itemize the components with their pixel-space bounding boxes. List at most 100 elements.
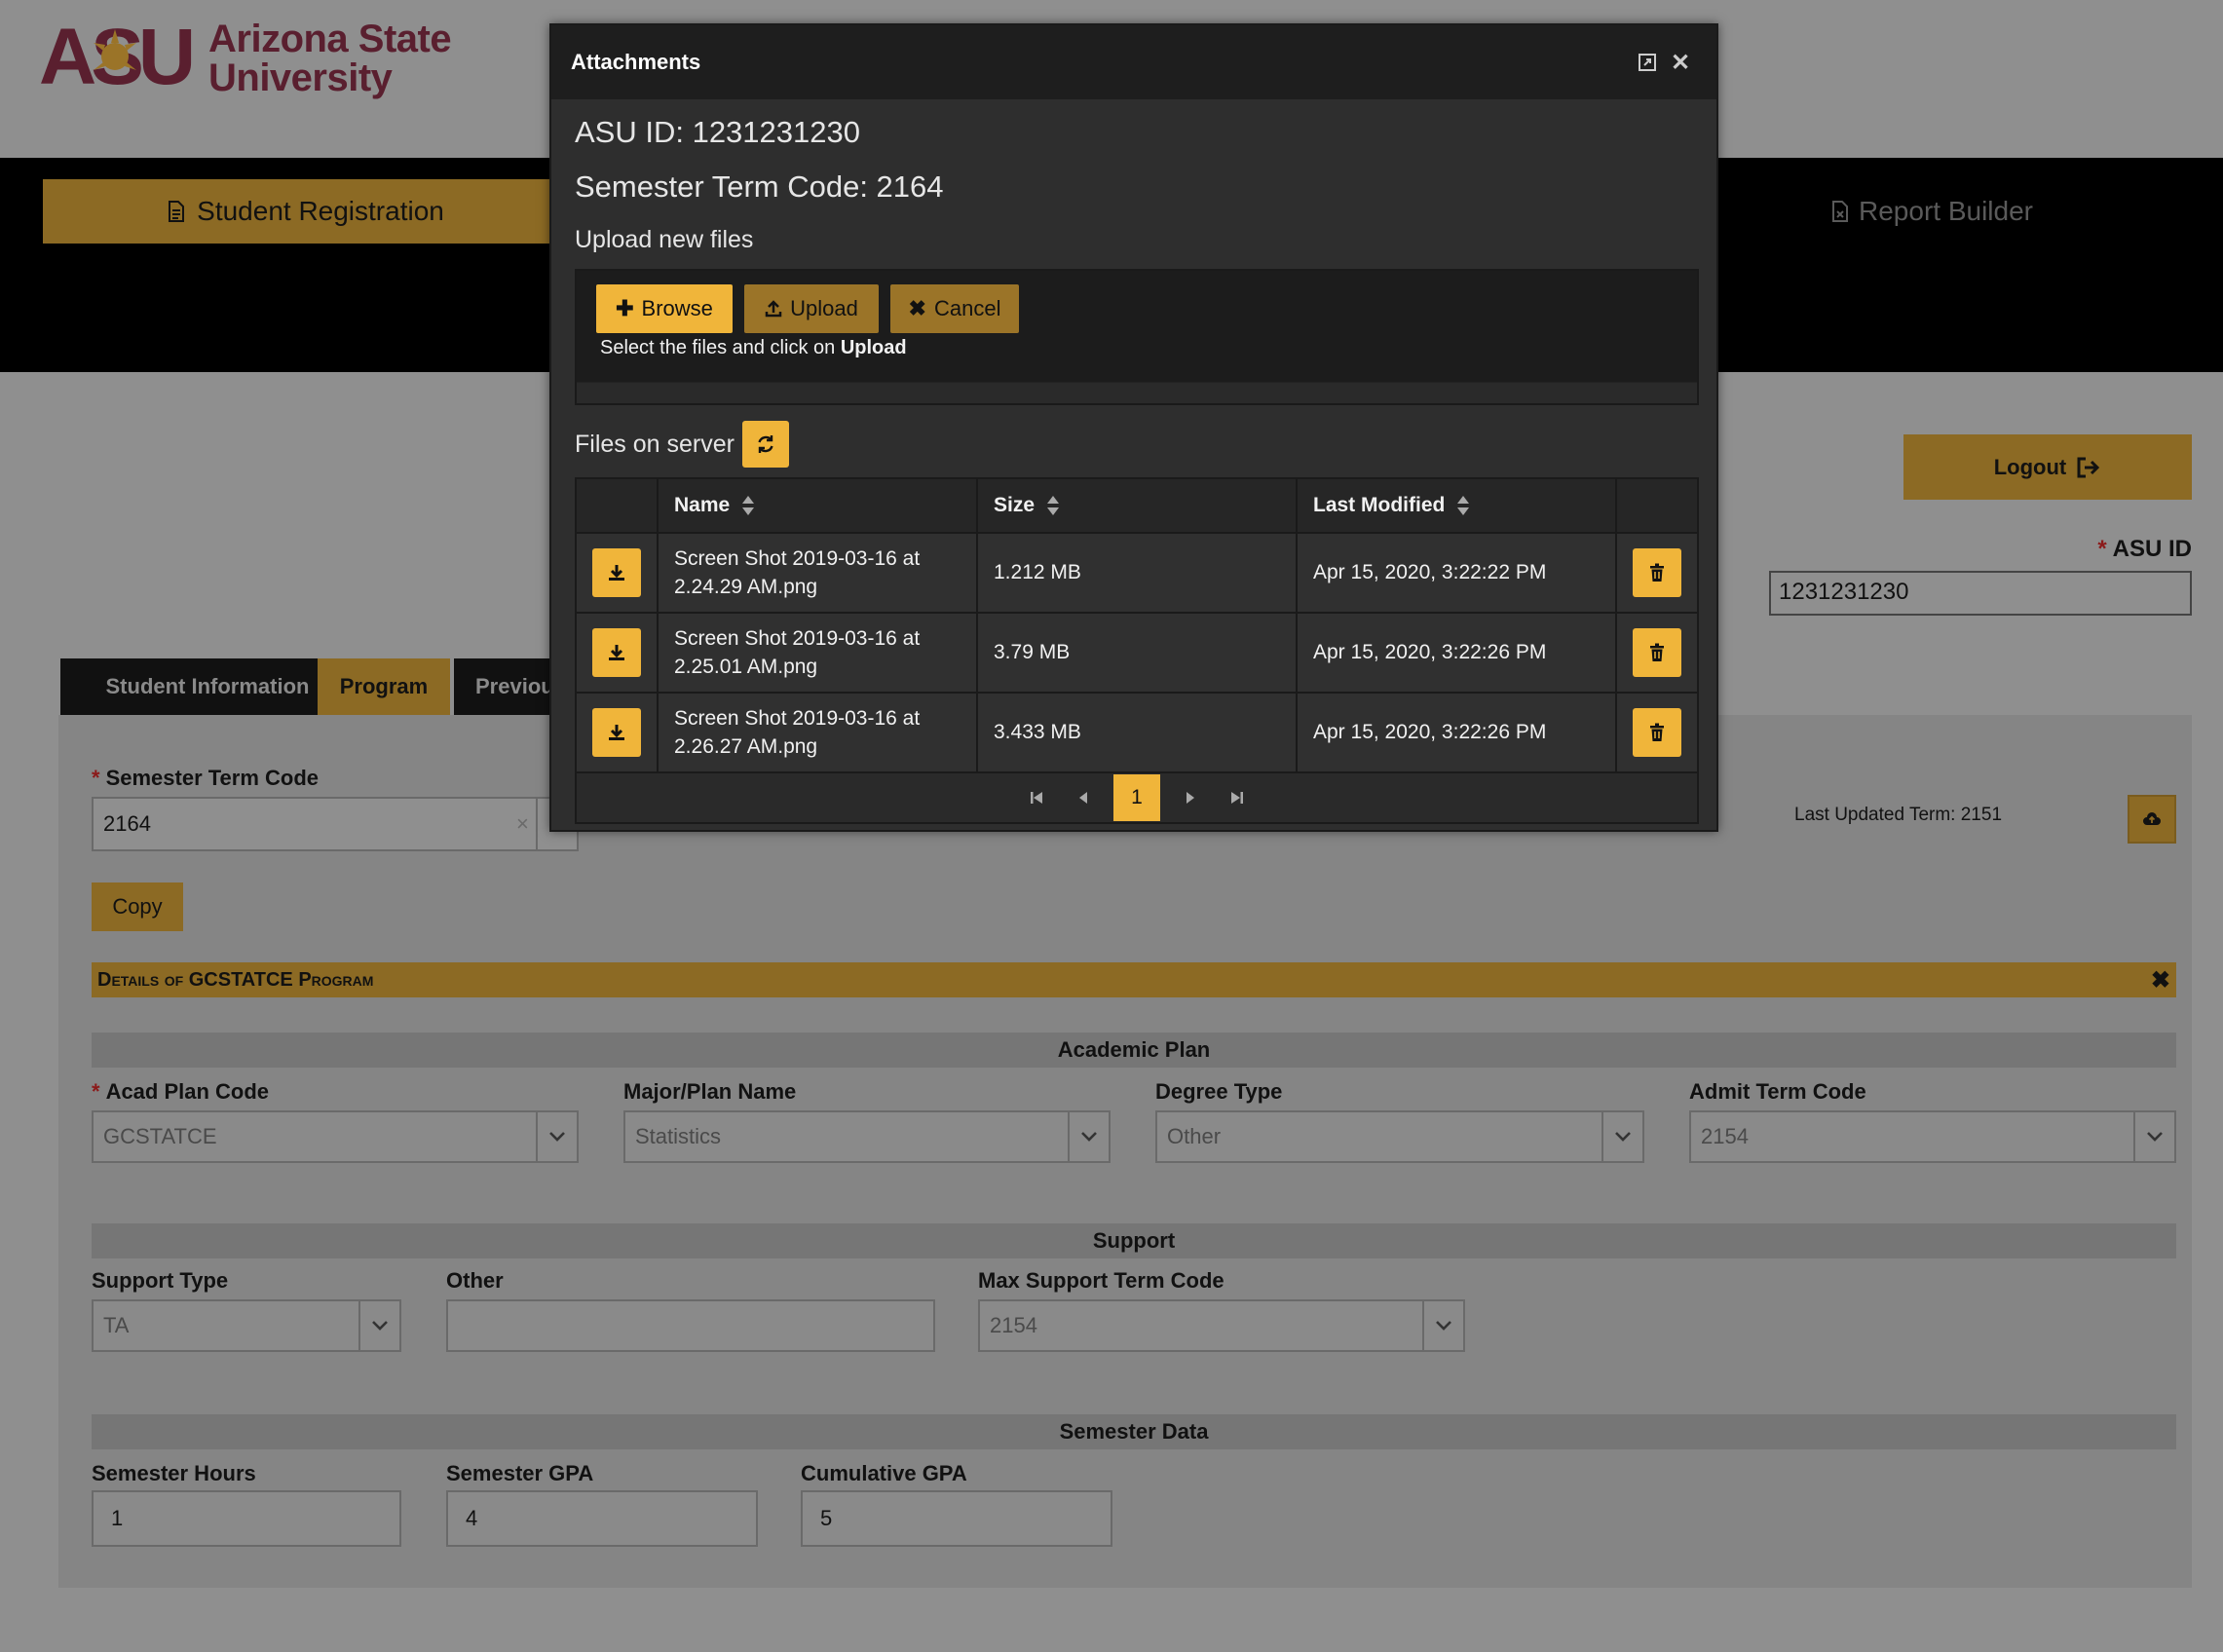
delete-cell (1617, 694, 1697, 771)
support-type-select[interactable]: TA (92, 1299, 401, 1352)
file-name-line2: 2.24.29 AM.png (674, 576, 818, 598)
header-cell-name[interactable]: Name (659, 479, 978, 532)
semester-hours-input[interactable]: 1 (92, 1490, 401, 1547)
browse-button[interactable]: ✚ Browse (596, 284, 733, 333)
max-support-term-code-select[interactable]: 2154 (978, 1299, 1465, 1352)
semester-hours-label: Semester Hours (92, 1461, 256, 1485)
upload-hint: Select the files and click on Upload (600, 337, 907, 359)
delete-cell (1617, 534, 1697, 612)
table-row: Screen Shot 2019-03-16 at 2.26.27 AM.png … (577, 694, 1697, 773)
major-plan-name-select[interactable]: Statistics (623, 1110, 1111, 1163)
close-icon[interactable]: ✖ (2151, 966, 2170, 995)
header-cell-actions (577, 479, 659, 532)
asu-id-input[interactable]: 1231231230 (1769, 571, 2192, 616)
delete-cell (1617, 614, 1697, 692)
file-name-line1: Screen Shot 2019-03-16 at (674, 627, 921, 650)
asu-logo-mark-icon: ASU (39, 18, 195, 92)
maximize-icon[interactable] (1631, 46, 1664, 79)
asu-id-label-text: ASU ID (2112, 536, 2192, 562)
download-icon (609, 645, 624, 660)
download-button[interactable] (592, 628, 641, 677)
admit-term-code-select[interactable]: 2154 (1689, 1110, 2176, 1163)
asu-id-label: * ASU ID (2097, 536, 2192, 562)
logout-button[interactable]: Logout (1903, 434, 2192, 500)
header-cell-size[interactable]: Size (978, 479, 1298, 532)
header-cell-modified[interactable]: Last Modified (1298, 479, 1617, 532)
cancel-label: Cancel (933, 296, 1001, 320)
major-plan-name-value: Statistics (635, 1124, 722, 1148)
chevron-down-icon[interactable] (2133, 1112, 2174, 1161)
acad-plan-code-select[interactable]: GCSTATCE (92, 1110, 579, 1163)
trash-icon (1650, 563, 1664, 582)
cancel-button[interactable]: ✖ Cancel (890, 284, 1019, 333)
sort-icon (742, 496, 755, 515)
upload-label: Upload (790, 296, 858, 320)
plus-icon: ✚ (616, 296, 634, 320)
upload-hint-text: Select the files and click on (600, 337, 836, 358)
upload-hint-bold: Upload (840, 337, 907, 358)
major-plan-name-label: Major/Plan Name (623, 1079, 797, 1104)
file-size-cell: 3.433 MB (978, 694, 1298, 771)
asu-logo[interactable]: ASU Arizona State University (39, 18, 507, 101)
x-icon: ✖ (908, 296, 926, 320)
chevron-down-icon[interactable] (536, 1112, 577, 1161)
nav-student-registration-label: Student Registration (197, 196, 444, 226)
file-name-cell: Screen Shot 2019-03-16 at 2.24.29 AM.png (659, 534, 978, 612)
refresh-button[interactable] (741, 421, 789, 468)
document-icon (169, 201, 185, 222)
degree-type-select[interactable]: Other (1155, 1110, 1644, 1163)
first-page-icon[interactable] (1020, 781, 1053, 814)
university-name-line1: Arizona State (208, 18, 452, 60)
program-details-title: Details of GCSTATCE Program (97, 968, 374, 991)
download-cell (577, 694, 659, 771)
trash-icon (1650, 723, 1664, 741)
page-number-current[interactable]: 1 (1113, 774, 1160, 821)
last-page-icon[interactable] (1221, 781, 1254, 814)
close-icon[interactable]: ✕ (1664, 46, 1697, 79)
tab-program[interactable]: Program (318, 658, 450, 715)
download-icon (609, 565, 624, 581)
next-page-icon[interactable] (1174, 781, 1207, 814)
upload-progress-strip (577, 382, 1697, 403)
browse-label: Browse (641, 296, 713, 320)
chevron-down-icon[interactable] (1422, 1301, 1463, 1350)
chevron-down-icon[interactable] (358, 1301, 399, 1350)
download-cell (577, 534, 659, 612)
file-name-cell: Screen Shot 2019-03-16 at 2.26.27 AM.png (659, 694, 978, 771)
semester-term-code-label: * Semester Term Code (92, 766, 320, 790)
tab-student-information[interactable]: Student Information (60, 658, 355, 715)
logout-label: Logout (1993, 454, 2067, 479)
sort-icon (1457, 496, 1470, 515)
delete-button[interactable] (1633, 628, 1681, 677)
cumulative-gpa-input[interactable]: 5 (801, 1490, 1112, 1547)
copy-button[interactable]: Copy (92, 882, 183, 931)
pagination: 1 (577, 773, 1697, 822)
acad-plan-code-value: GCSTATCE (103, 1124, 217, 1148)
tab-previous[interactable]: Previou (454, 658, 561, 715)
download-cell (577, 614, 659, 692)
download-button[interactable] (592, 708, 641, 757)
delete-button[interactable] (1633, 708, 1681, 757)
upload-button[interactable]: Upload (744, 284, 879, 333)
cumulative-gpa-label: Cumulative GPA (801, 1461, 967, 1485)
files-on-server: Files on server (575, 421, 789, 468)
other-input[interactable] (446, 1299, 935, 1352)
program-details-bar: Details of GCSTATCE Program ✖ (92, 962, 2176, 997)
files-heading: Files on server (575, 430, 735, 458)
clear-icon[interactable]: × (516, 811, 536, 837)
download-button[interactable] (592, 548, 641, 597)
file-name-line2: 2.26.27 AM.png (674, 735, 818, 758)
delete-button[interactable] (1633, 548, 1681, 597)
nav-report-builder[interactable]: Report Builder (1831, 179, 2104, 244)
upload-area: ✚ Browse Upload ✖ Cancel Select the file… (575, 269, 1699, 405)
chevron-down-icon[interactable] (1068, 1112, 1109, 1161)
previous-page-icon[interactable] (1067, 781, 1100, 814)
nav-student-registration[interactable]: Student Registration (43, 179, 569, 244)
cloud-upload-button[interactable] (2128, 795, 2176, 844)
semester-term-code-label-text: Semester Term Code (105, 766, 320, 790)
semester-term-code-select[interactable]: 2164 × (92, 797, 579, 851)
refresh-icon (758, 435, 773, 453)
file-name-cell: Screen Shot 2019-03-16 at 2.25.01 AM.png (659, 614, 978, 692)
semester-gpa-input[interactable]: 4 (446, 1490, 758, 1547)
chevron-down-icon[interactable] (1601, 1112, 1642, 1161)
